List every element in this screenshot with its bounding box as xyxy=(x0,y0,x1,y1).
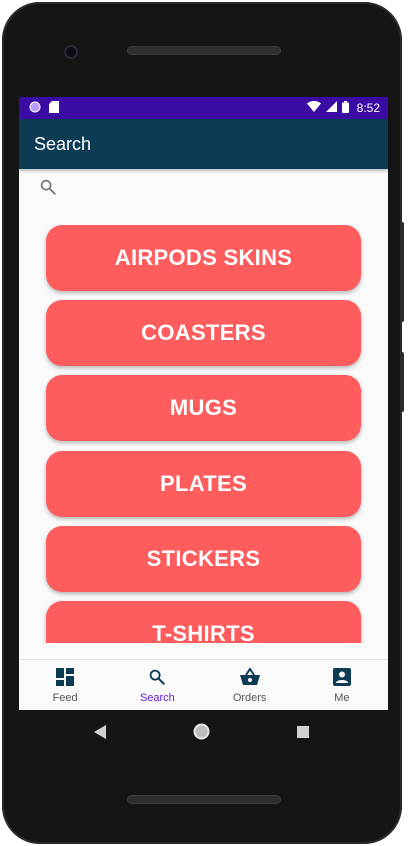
category-label: COASTERS xyxy=(141,320,266,345)
app-screen: 8:52 Search AIRPODS SKINS COASTERS MUGS … xyxy=(19,97,388,710)
category-list[interactable]: AIRPODS SKINS COASTERS MUGS PLATES STICK… xyxy=(19,225,388,643)
power-button xyxy=(400,222,404,322)
category-label: T-SHIRTS xyxy=(152,621,255,643)
category-button-airpods-skins[interactable]: AIRPODS SKINS xyxy=(46,225,361,291)
front-camera xyxy=(64,45,78,59)
category-label: STICKERS xyxy=(146,546,261,571)
battery-icon xyxy=(341,100,349,116)
nav-item-feed[interactable]: Feed xyxy=(19,660,111,710)
bottom-speaker xyxy=(127,795,281,804)
nav-item-search[interactable]: Search xyxy=(111,660,203,710)
category-button-stickers[interactable]: STICKERS xyxy=(46,526,361,592)
nav-item-orders[interactable]: Orders xyxy=(204,660,296,710)
category-button-coasters[interactable]: COASTERS xyxy=(46,300,361,366)
nav-item-me[interactable]: Me xyxy=(296,660,388,710)
nav-label-me: Me xyxy=(334,692,350,704)
system-navigation-bar xyxy=(2,716,402,748)
category-label: AIRPODS SKINS xyxy=(114,245,293,270)
search-bar[interactable] xyxy=(19,169,388,209)
phone-frame: 8:52 Search AIRPODS SKINS COASTERS MUGS … xyxy=(2,2,404,844)
notification-icon xyxy=(29,101,41,116)
category-button-plates[interactable]: PLATES xyxy=(46,451,361,517)
top-speaker xyxy=(127,46,281,55)
category-button-mugs[interactable]: MUGS xyxy=(46,375,361,441)
category-label: PLATES xyxy=(160,471,247,496)
wifi-icon xyxy=(306,101,321,115)
dashboard-icon xyxy=(56,668,75,689)
volume-button xyxy=(400,352,404,412)
category-button-t-shirts[interactable]: T-SHIRTS xyxy=(46,601,361,643)
page-title: Search xyxy=(34,133,92,154)
nav-label-search: Search xyxy=(139,692,175,704)
status-bar: 8:52 xyxy=(19,97,388,119)
nav-label-orders: Orders xyxy=(232,692,267,704)
nav-label-feed: Feed xyxy=(52,692,78,704)
search-icon[interactable] xyxy=(39,178,57,201)
bottom-navigation: Feed Search Orders Me xyxy=(19,659,388,710)
app-bar: Search xyxy=(19,119,388,169)
back-icon[interactable] xyxy=(94,725,106,744)
search-icon xyxy=(148,668,166,689)
basket-icon xyxy=(239,667,260,689)
home-icon[interactable] xyxy=(193,723,210,745)
account-box-icon xyxy=(332,668,351,689)
signal-icon xyxy=(325,101,337,115)
recents-icon[interactable] xyxy=(297,725,309,743)
sd-card-icon xyxy=(49,100,59,116)
status-time: 8:52 xyxy=(356,101,380,115)
category-label: MUGS xyxy=(169,395,238,420)
